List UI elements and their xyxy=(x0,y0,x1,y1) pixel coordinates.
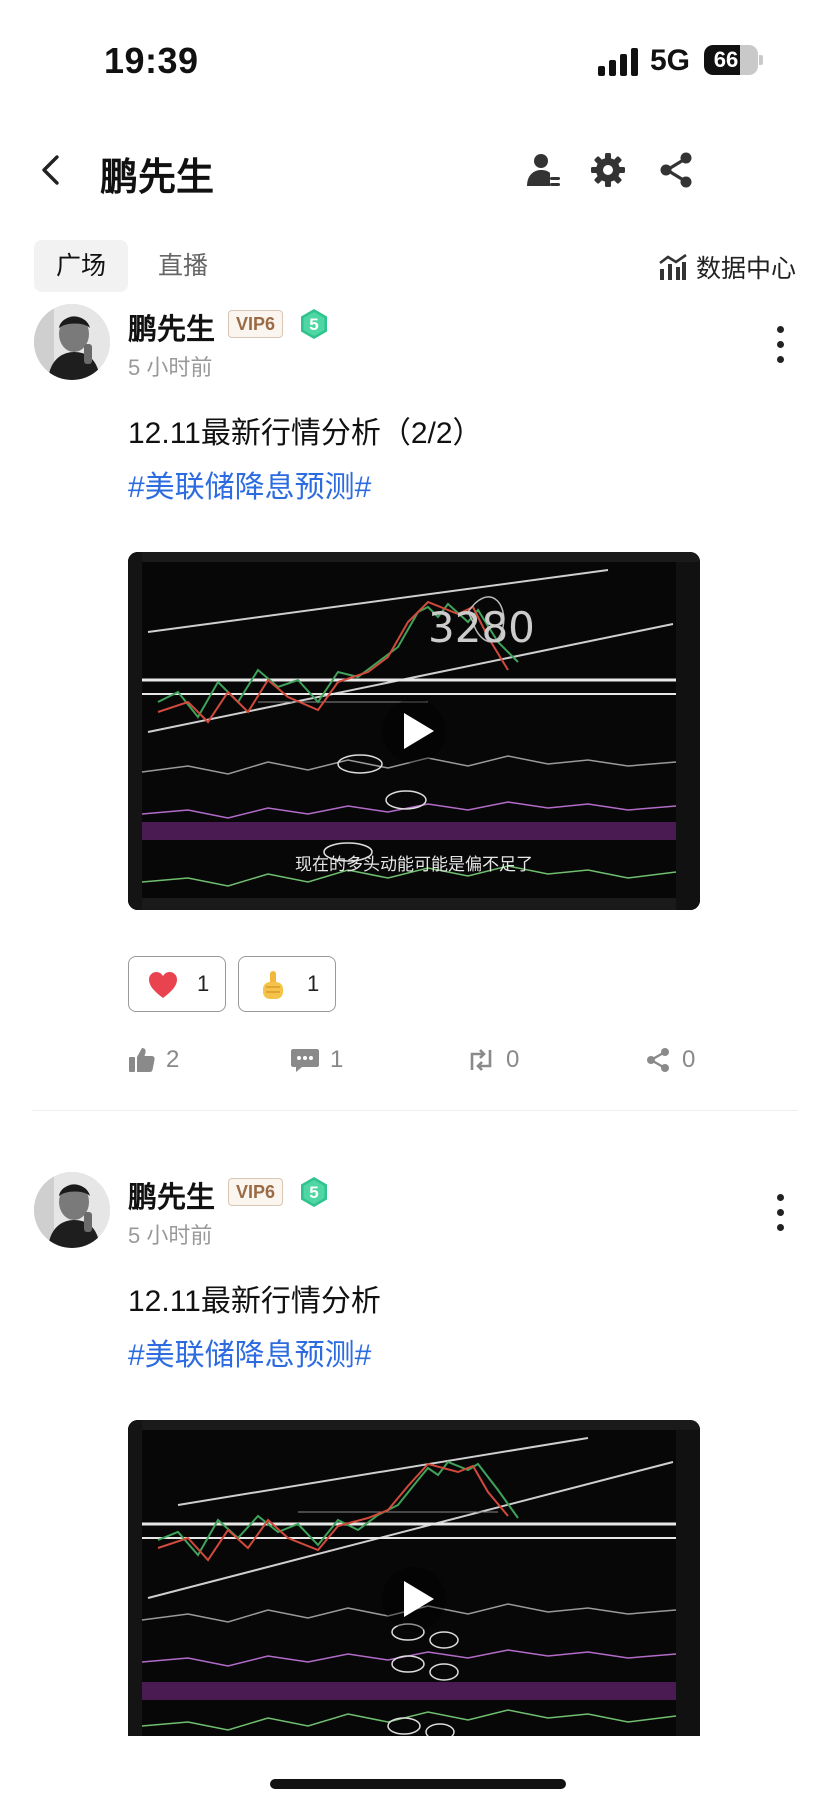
reaction-thumbs[interactable]: 1 xyxy=(238,956,336,1012)
repost-count: 0 xyxy=(506,1046,520,1073)
reaction-count: 1 xyxy=(307,971,320,996)
comment-count: 1 xyxy=(330,1046,344,1073)
nav-bar: 鹏先生 xyxy=(0,130,828,210)
back-icon[interactable] xyxy=(30,148,74,192)
vip-badge: VIP6 xyxy=(228,310,284,338)
network-type: 5G xyxy=(650,44,691,77)
data-center-label: 数据中心 xyxy=(695,255,796,283)
comment-icon xyxy=(291,1049,319,1072)
more-icon[interactable] xyxy=(770,1194,790,1236)
reaction-heart[interactable]: 1 xyxy=(128,956,226,1012)
more-icon[interactable] xyxy=(770,326,790,368)
level-badge-icon: 5 xyxy=(301,309,327,339)
tab-bar: 广场 直播 数据中心 xyxy=(0,240,828,296)
post-title: 12.11最新行情分析（2/2） xyxy=(128,417,483,450)
level-number: 5 xyxy=(309,315,318,334)
share-button[interactable]: 0 xyxy=(644,1040,695,1080)
level-badge-icon: 5 xyxy=(301,1177,327,1207)
tab-live[interactable]: 直播 xyxy=(136,240,230,292)
vip-badge: VIP6 xyxy=(228,1178,284,1206)
author-name[interactable]: 鹏先生 xyxy=(128,306,215,348)
post-time: 5 小时前 xyxy=(128,355,213,380)
battery-level: 66 xyxy=(713,47,739,72)
post-actions: 2 1 0 0 xyxy=(128,1040,804,1080)
user-manage-icon[interactable] xyxy=(524,150,564,190)
play-icon[interactable] xyxy=(380,697,448,765)
video-thumbnail[interactable] xyxy=(128,1420,700,1736)
avatar[interactable] xyxy=(34,304,110,380)
status-time: 19:39 xyxy=(104,40,199,81)
thumbs-up-emoji-icon xyxy=(263,971,283,999)
author-name[interactable]: 鹏先生 xyxy=(128,1174,215,1216)
video-thumbnail[interactable]: 3280 现在的多头动能可能是偏不足了 xyxy=(128,552,700,910)
share-icon[interactable] xyxy=(656,150,696,190)
thumbs-up-icon xyxy=(129,1048,155,1072)
comment-button[interactable]: 1 xyxy=(290,1040,343,1080)
post-time: 5 小时前 xyxy=(128,1223,213,1248)
post-title: 12.11最新行情分析 xyxy=(128,1285,381,1318)
avatar[interactable] xyxy=(34,1172,110,1248)
share-icon xyxy=(647,1048,669,1072)
battery-icon: 66 xyxy=(704,45,758,75)
post-divider xyxy=(32,1110,798,1111)
hashtag-link[interactable]: #美联储降息预测# xyxy=(128,462,371,506)
svg-text:3280: 3280 xyxy=(428,603,535,652)
repost-icon xyxy=(470,1049,492,1071)
tab-square[interactable]: 广场 xyxy=(34,240,128,292)
reaction-count: 1 xyxy=(197,971,210,996)
status-bar: 19:39 5G 66 xyxy=(0,0,828,120)
hashtag-link[interactable]: #美联储降息预测# xyxy=(128,1330,371,1374)
level-number: 5 xyxy=(309,1183,318,1202)
video-subtitle: 现在的多头动能可能是偏不足了 xyxy=(295,855,533,874)
repost-button[interactable]: 0 xyxy=(466,1040,519,1080)
gear-icon[interactable] xyxy=(588,150,628,190)
page-title: 鹏先生 xyxy=(100,157,215,199)
play-icon[interactable] xyxy=(380,1565,448,1633)
signal-icon xyxy=(598,48,640,76)
heart-icon xyxy=(149,972,177,998)
battery-cap xyxy=(759,55,763,65)
chart-icon xyxy=(659,253,687,280)
like-button[interactable]: 2 xyxy=(128,1040,179,1080)
like-count: 2 xyxy=(166,1046,180,1073)
share-count: 0 xyxy=(682,1046,696,1073)
data-center-link[interactable]: 数据中心 xyxy=(658,250,796,284)
home-indicator[interactable] xyxy=(270,1779,566,1789)
